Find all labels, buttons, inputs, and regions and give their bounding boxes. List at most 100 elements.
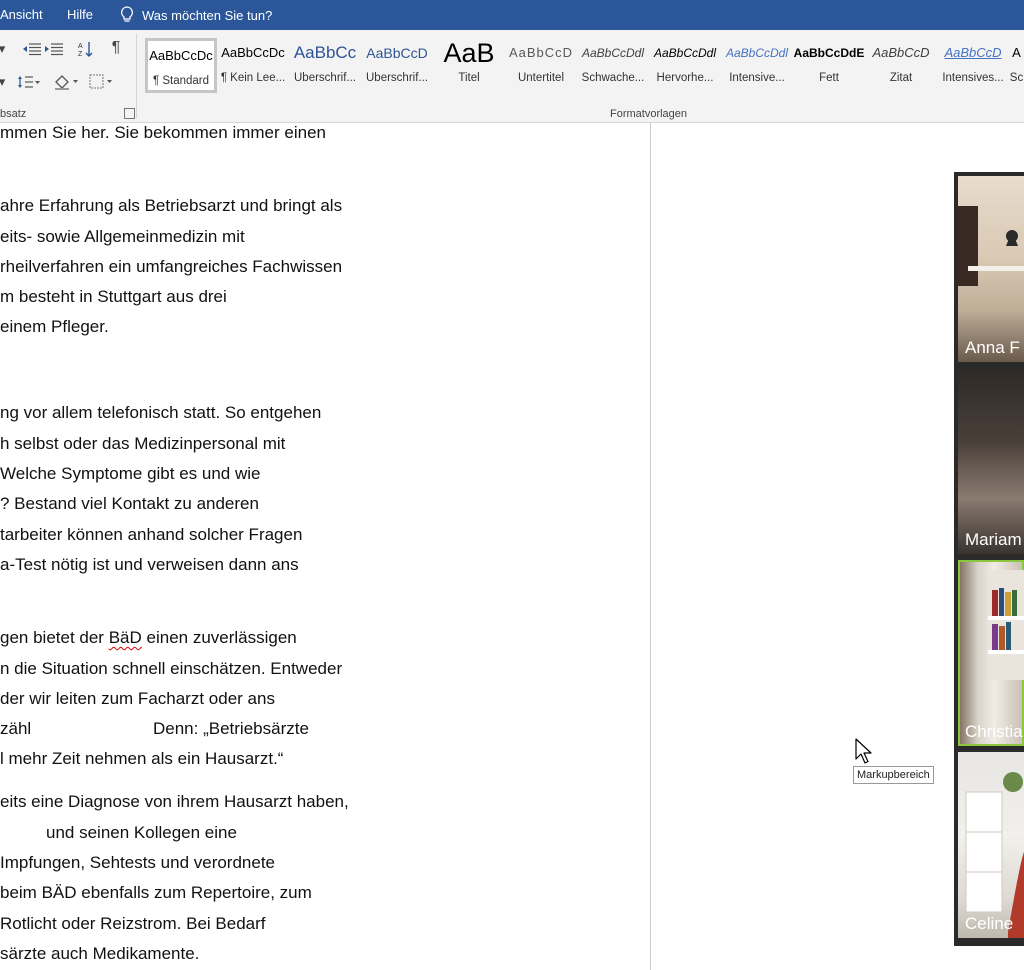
increase-indent-button[interactable]: [44, 39, 64, 59]
doc-line: ? Bestand viel Kontakt zu anderen: [0, 494, 259, 513]
list-dropdown-icon[interactable]: ▾: [0, 39, 12, 59]
participant-name: Christia: [965, 722, 1023, 741]
doc-line: gen bietet der BäD einen zuverlässigen: [0, 628, 297, 648]
doc-line: Denn: „Betriebsärzte: [153, 719, 309, 738]
style-name: Hervorhe...: [656, 72, 714, 84]
participant-tile[interactable]: Celine: [958, 752, 1024, 938]
participant-tile[interactable]: Mariam: [958, 368, 1024, 554]
doc-line: eits- sowie Allgemeinmedizin mit: [0, 227, 245, 246]
style-preview: AaBbCcD: [366, 45, 428, 61]
style-partial[interactable]: A Sc: [1009, 38, 1024, 93]
style-name: ¶ Kein Lee...: [220, 72, 286, 84]
style-preview: AaBbCc: [293, 43, 357, 62]
style-intensives-zitat[interactable]: AaBbCcD Intensives...: [937, 38, 1009, 93]
paragraph-group-label: bsatz: [0, 108, 27, 120]
participant-tile[interactable]: Anna F: [958, 176, 1024, 362]
participant-tile-active-speaker[interactable]: Christia: [958, 560, 1024, 746]
style-intensive-hervorhebung[interactable]: AaBbCcDdl Intensive...: [721, 38, 793, 93]
doc-text: einen zuverlässigen: [141, 628, 297, 647]
style-preview: AaBbCcD: [872, 45, 930, 60]
doc-line: Impfungen, Sehtests und verordnete: [0, 853, 276, 872]
group-divider: [136, 34, 137, 118]
svg-text:Z: Z: [78, 51, 83, 57]
style-name: Intensives...: [942, 72, 1004, 84]
style-preview: AaBbCcDdl: [653, 46, 717, 60]
style-preview: AaB: [443, 38, 495, 68]
video-frame: [988, 570, 1024, 680]
style-name: ¶ Standard: [152, 75, 210, 87]
style-preview: AaBbCcDdl: [581, 46, 645, 60]
style-name: Titel: [458, 72, 480, 84]
doc-line: l mehr Zeit nehmen als ein Hausarzt.“: [0, 749, 284, 768]
doc-line: und seinen Kollegen eine: [46, 823, 237, 842]
svg-text:A: A: [78, 43, 83, 50]
doc-line: h selbst oder das Medizinpersonal mit: [0, 434, 286, 453]
doc-line: m besteht in Stuttgart aus drei: [0, 287, 227, 306]
tell-me-search[interactable]: Was möchten Sie tun?: [120, 6, 272, 24]
paragraph-dialog-launcher[interactable]: [124, 108, 135, 119]
doc-line: beim BÄD ebenfalls zum Repertoire, zum: [0, 883, 312, 902]
doc-line: ng vor allem telefonisch statt. So entge…: [0, 403, 322, 422]
style-name: Schwache...: [581, 72, 645, 84]
participant-name: Celine: [965, 914, 1014, 933]
doc-line: eits eine Diagnose von ihrem Hausarzt ha…: [0, 792, 349, 811]
doc-line: Welche Symptome gibt es und wie: [0, 464, 261, 483]
style-schwache-hervorhebung[interactable]: AaBbCcDdl Schwache...: [577, 38, 649, 93]
doc-line: rheilverfahren ein umfangreiches Fachwis…: [0, 257, 343, 276]
misspelled-word: BäD: [108, 628, 142, 647]
style-name: Überschrif...: [294, 72, 356, 84]
ribbon-tab-bar: Ansicht Hilfe Was möchten Sie tun?: [0, 0, 1024, 30]
video-call-panel[interactable]: Anna F Mariam Christia Celine: [954, 172, 1024, 946]
style-name: Sc: [1009, 72, 1024, 84]
style-preview: AaBbCcDc: [221, 45, 285, 60]
doc-line: tarbeiter können anhand solcher Fragen: [0, 525, 303, 544]
style-fett[interactable]: AaBbCcDdE Fett: [793, 38, 865, 93]
style-name: Überschrif...: [366, 72, 428, 84]
doc-line: Rotlicht oder Reizstrom. Bei Bedarf: [0, 914, 266, 933]
tell-me-label: Was möchten Sie tun?: [142, 7, 273, 23]
markup-area-tooltip: Markupbereich: [853, 766, 934, 784]
style-zitat[interactable]: AaBbCcD Zitat: [865, 38, 937, 93]
style-standard[interactable]: AaBbCcDc ¶ Standard: [145, 38, 217, 93]
style-ueberschrift-2[interactable]: AaBbCcD Überschrif...: [361, 38, 433, 93]
style-preview: AaBbCcDc: [149, 48, 213, 63]
document-page[interactable]: mmen Sie her. Sie bekommen immer einen a…: [0, 123, 651, 970]
tab-ansicht[interactable]: Ansicht: [0, 7, 43, 22]
doc-line: n die Situation schnell einschätzen. Ent…: [0, 659, 343, 678]
style-name: Fett: [819, 72, 839, 84]
line-spacing-button[interactable]: [16, 72, 42, 92]
participant-name: Mariam: [965, 530, 1022, 549]
style-name: Intensive...: [729, 72, 785, 84]
style-untertitel[interactable]: AaBbCcD Untertitel: [505, 38, 577, 93]
doc-line: zähl: [0, 719, 32, 738]
participant-name: Anna F: [965, 338, 1020, 357]
doc-line: der wir leiten zum Facharzt oder ans: [0, 689, 275, 708]
style-preview: AaBbCcD: [944, 45, 1002, 60]
style-preview: AaBbCcDdE: [793, 46, 865, 60]
shading-button[interactable]: [52, 72, 82, 92]
style-preview: AaBbCcD: [508, 45, 574, 60]
video-frame: [958, 206, 1024, 286]
tab-hilfe[interactable]: Hilfe: [67, 7, 93, 22]
show-formatting-button[interactable]: ¶: [106, 38, 126, 58]
sort-button[interactable]: AZ: [76, 39, 96, 59]
ribbon: ▾ AZ ¶ ▾ bsatz AaBbCcDc ¶ Standard AaBbC…: [0, 30, 1024, 123]
style-titel[interactable]: AaB Titel: [433, 38, 505, 93]
decrease-indent-button[interactable]: [22, 39, 42, 59]
styles-group-label: Formatvorlagen: [610, 108, 688, 120]
style-hervorhebung[interactable]: AaBbCcDdl Hervorhe...: [649, 38, 721, 93]
borders-button[interactable]: [88, 72, 118, 92]
align-dropdown-icon[interactable]: ▾: [0, 72, 12, 92]
lightbulb-icon: [120, 6, 134, 24]
style-kein-leerraum[interactable]: AaBbCcDc ¶ Kein Lee...: [217, 38, 289, 93]
doc-text: gen bietet der: [0, 628, 109, 647]
doc-line: a-Test nötig ist und verweisen dann ans: [0, 555, 299, 574]
style-name: Untertitel: [517, 72, 565, 84]
style-name: Zitat: [889, 72, 913, 84]
doc-line: mmen Sie her. Sie bekommen immer einen: [0, 123, 326, 142]
doc-line: ahre Erfahrung als Betriebsarzt und brin…: [0, 196, 343, 215]
doc-line: särzte auch Medikamente.: [0, 944, 200, 963]
style-ueberschrift-1[interactable]: AaBbCc Überschrif...: [289, 38, 361, 93]
doc-line: einem Pfleger.: [0, 317, 109, 336]
style-preview: A: [1012, 45, 1021, 60]
